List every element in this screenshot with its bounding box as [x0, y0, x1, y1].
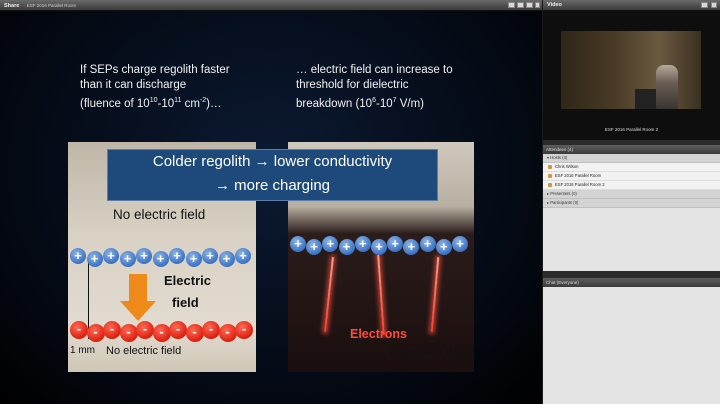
positive-charge-icon: + — [103, 248, 119, 264]
negative-charge-icon: - — [119, 324, 138, 342]
positive-charge-icon: + — [290, 236, 306, 252]
positive-charge-icon: + — [218, 251, 235, 267]
video-feed — [561, 31, 701, 109]
hosts-label: Hosts (3) — [550, 155, 568, 160]
positive-charge-icon: + — [169, 248, 185, 264]
right-sidebar: ESF 2016 Parallel Room 2 Attendees (4) ▾… — [543, 11, 720, 404]
left-line-2: than it can discharge — [80, 79, 187, 91]
host-icon — [548, 165, 552, 169]
slide-left-text: If SEPs charge regolith faster than it c… — [80, 63, 270, 112]
share-title: Share — [4, 3, 20, 9]
left-line-3: (fluence of 1010-1011 cm-2)… — [80, 97, 222, 110]
fullscreen-icon[interactable] — [526, 2, 533, 8]
negative-charge-icon: - — [218, 324, 237, 342]
options-icon[interactable] — [535, 2, 540, 8]
positive-charge-icon: + — [419, 236, 436, 252]
banner-line-2: → more charging — [214, 177, 331, 194]
video-title: Video — [547, 2, 562, 8]
right-line-1: … electric field can increase to — [296, 64, 453, 76]
participants-label: Participants (0) — [550, 200, 579, 205]
negative-charge-icon: - — [185, 324, 204, 342]
chat-header: Chat (Everyone) — [543, 278, 720, 287]
attendee-row[interactable]: Chris Wilson — [543, 163, 720, 172]
attendee-name: Chris Wilson — [555, 164, 579, 169]
negative-charge-icon: - — [136, 321, 154, 339]
speaker — [656, 65, 678, 109]
negative-charge-icon: - — [235, 321, 253, 339]
positive-charge-icon: + — [435, 239, 452, 255]
field-label: field — [172, 295, 199, 310]
positive-charge-icon: + — [70, 248, 86, 264]
positive-charge-icon: + — [354, 236, 371, 252]
positive-charge-icon: + — [338, 239, 355, 255]
negative-charge-icon: - — [86, 324, 105, 342]
chat-scope[interactable]: (Everyone) — [557, 280, 579, 285]
video-pod: ESF 2016 Parallel Room 2 — [543, 11, 720, 140]
left-line-1: If SEPs charge regolith faster — [80, 64, 230, 76]
field-arrow-icon — [129, 274, 147, 302]
negative-charge-icon: - — [152, 324, 171, 342]
positive-charge-icon: + — [235, 248, 251, 264]
fit-icon[interactable] — [517, 2, 524, 8]
negative-charge-icon: - — [103, 321, 121, 339]
host-icon — [548, 183, 552, 187]
attendee-row[interactable]: ESF 2016 Parallel Room 2 — [543, 181, 720, 190]
chat-title: Chat — [546, 280, 556, 285]
presenters-group[interactable]: ▸ Presenters (0) — [543, 190, 720, 199]
discharge-spark — [324, 257, 334, 332]
presentation-slide: If SEPs charge regolith faster than it c… — [0, 11, 542, 404]
right-line-3: breakdown (106-107 V/m) — [296, 97, 424, 110]
attendees-title: Attendees — [546, 147, 567, 152]
positive-charge-icon: + — [202, 248, 218, 264]
camera-caption: ESF 2016 Parallel Room 2 — [604, 127, 659, 132]
electrons-label: Electrons — [350, 327, 407, 341]
negative-charge-icon: - — [70, 321, 88, 339]
attendee-name: ESF 2016 Parallel Room 2 — [555, 182, 605, 187]
attendees-header: Attendees (4) — [543, 145, 720, 154]
attendee-name: ESF 2016 Parallel Room — [555, 173, 602, 178]
positive-charge-icon: + — [86, 251, 103, 267]
no-field-top-label: No electric field — [113, 207, 206, 222]
presenters-label: Presenters (0) — [550, 191, 577, 196]
attendees-pod: Attendees (4) ▾ Hosts (3) Chris Wilson E… — [543, 145, 720, 271]
positive-charge-icon: + — [371, 239, 387, 255]
right-line-2: threshold for dielectric — [296, 79, 409, 91]
host-icon — [548, 174, 552, 178]
conductivity-banner: Colder regolith → lower conductivity → m… — [107, 149, 438, 201]
citation-label: Budenstein [1980] — [390, 346, 475, 358]
attendees-count: (4) — [567, 147, 574, 152]
layout-icon[interactable] — [508, 2, 515, 8]
no-field-bottom-label: No electric field — [106, 345, 182, 357]
field-arrow-head-icon — [120, 301, 156, 321]
video-menu-icon[interactable] — [711, 2, 717, 8]
negative-charge-icon: - — [202, 321, 220, 339]
positive-charge-icon: + — [152, 251, 169, 267]
negative-charge-icon: - — [169, 321, 187, 339]
positive-charge-icon: + — [452, 236, 468, 252]
video-options-icon[interactable] — [701, 2, 708, 8]
electric-label: Electric — [164, 273, 211, 288]
chat-pod: Chat (Everyone) — [543, 278, 720, 404]
video-panel-header: Video — [543, 0, 720, 11]
positive-charge-icon: + — [119, 251, 136, 267]
positive-charge-icon: + — [136, 248, 152, 264]
discharge-spark — [377, 255, 385, 335]
banner-line-1: Colder regolith → lower conductivity — [152, 153, 393, 170]
participants-group[interactable]: ▸ Participants (0) — [543, 199, 720, 208]
discharge-spark — [430, 257, 440, 332]
scale-label: 1 mm — [70, 345, 95, 356]
slide-right-text: … electric field can increase to thresho… — [296, 63, 516, 112]
attendee-row[interactable]: ESF 2016 Parallel Room — [543, 172, 720, 181]
share-panel-header: Share ESF 2016 Parallel Room — [0, 0, 542, 11]
share-subtitle: ESF 2016 Parallel Room — [26, 3, 77, 8]
positive-charge-icon: + — [185, 251, 202, 267]
share-pod: If SEPs charge regolith faster than it c… — [0, 11, 542, 404]
hosts-group[interactable]: ▾ Hosts (3) — [543, 154, 720, 163]
